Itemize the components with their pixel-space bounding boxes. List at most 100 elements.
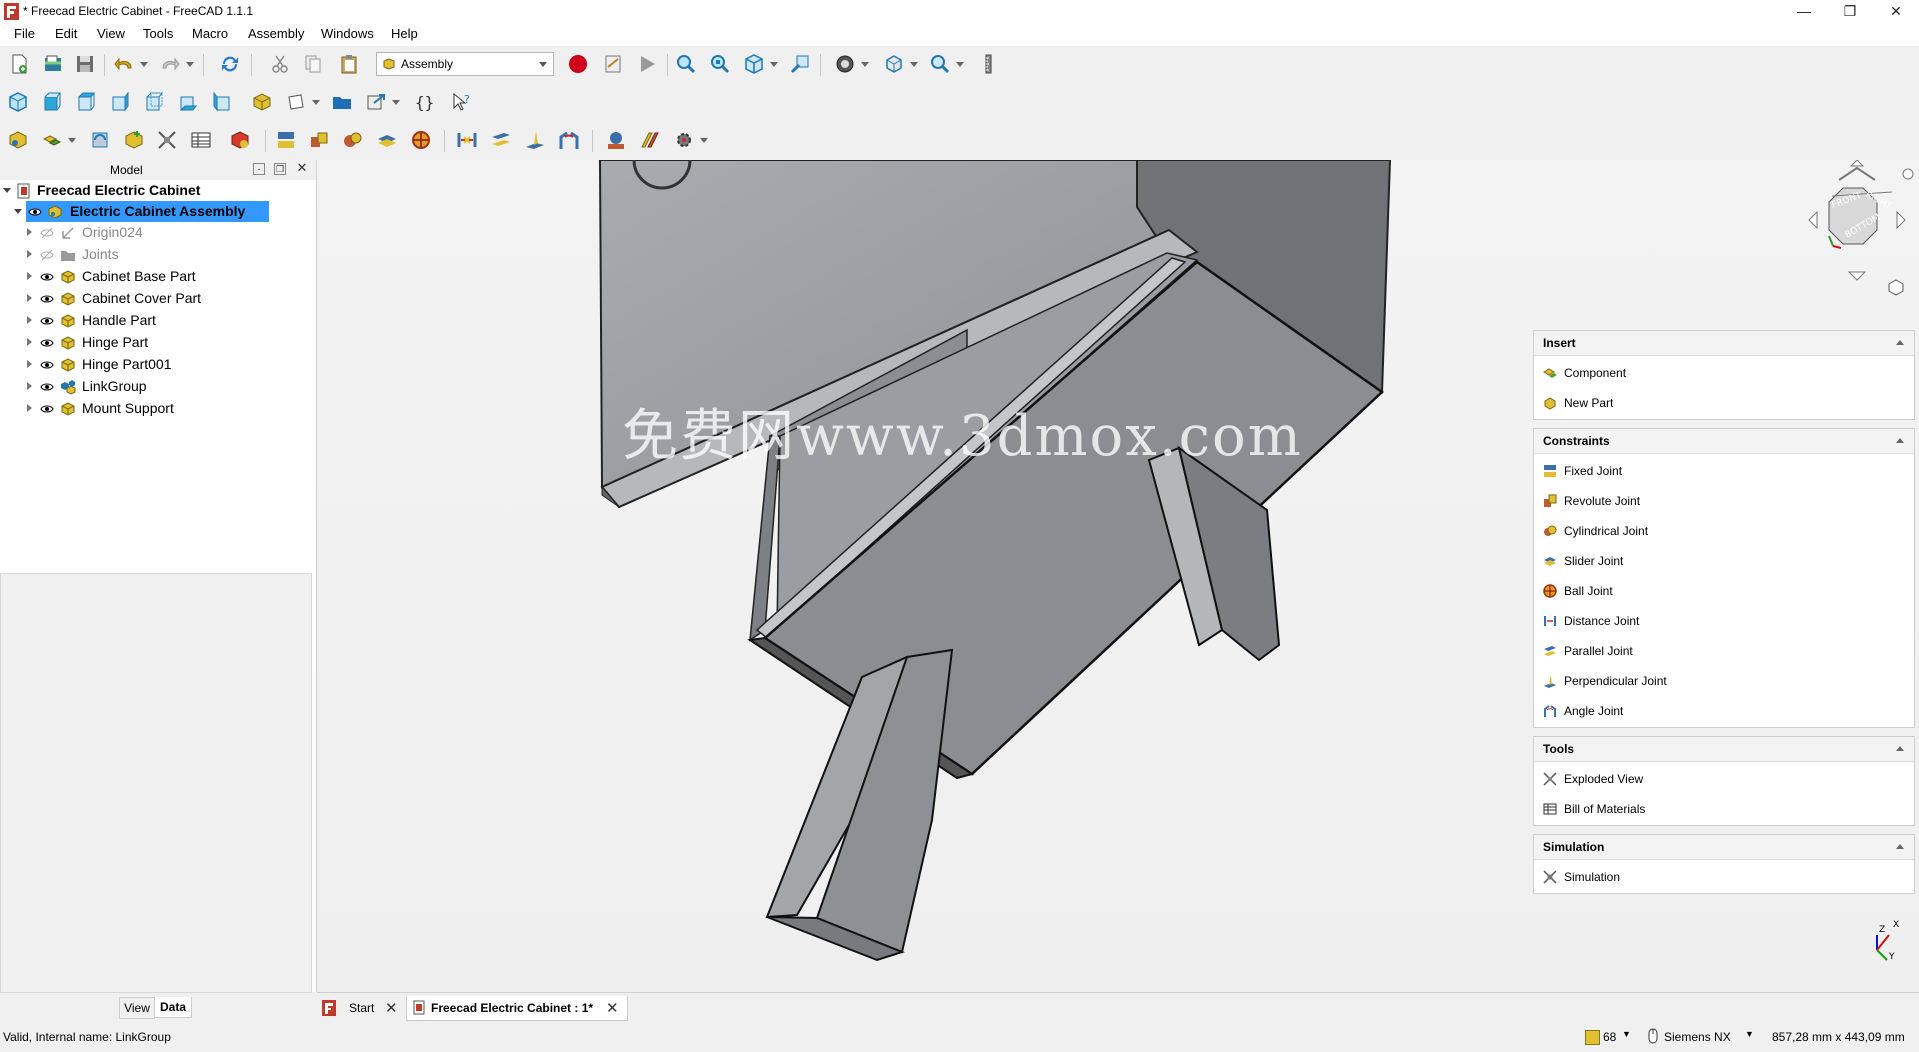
view-left-icon[interactable] [210,90,234,114]
tab-view[interactable]: View [119,997,155,1019]
std-views-icon[interactable] [882,52,906,76]
task-section-header[interactable]: Simulation [1534,835,1914,860]
std-views-dropdown-icon[interactable] [910,60,918,68]
paste-icon[interactable] [337,52,361,76]
visibility-eye-icon[interactable] [40,314,54,328]
create-part-icon[interactable] [122,128,146,152]
view-fit-icon[interactable] [6,90,30,114]
draw-style-icon[interactable] [833,52,857,76]
view-dropdown-icon[interactable] [770,60,778,68]
visibility-eye-icon[interactable] [28,205,42,219]
minimize-button[interactable]: — [1781,0,1827,24]
chevron-up-icon[interactable] [1896,340,1904,345]
ball-joint-toolbar-icon[interactable] [409,128,433,152]
bom-toolbar-icon[interactable] [189,128,213,152]
visibility-eye-icon[interactable] [40,248,54,262]
panel-float-button[interactable]: ❐ [274,163,286,175]
group-folder-icon[interactable] [330,90,354,114]
render-count[interactable]: 68 [1603,1030,1616,1044]
draw-style-dropdown-icon[interactable] [861,60,869,68]
distance-joint-toolbar-icon[interactable] [455,128,479,152]
redo-dropdown-icon[interactable] [186,60,194,68]
tree-item[interactable]: LinkGroup [0,376,316,398]
sketch-icon[interactable] [284,90,308,114]
part-container-icon[interactable] [250,90,274,114]
whats-this-icon[interactable]: ? [450,90,474,114]
view-front-icon[interactable] [40,90,64,114]
chevron-up-icon[interactable] [1896,746,1904,751]
more-joints-dropdown-icon[interactable] [700,136,708,144]
tab-start[interactable]: Start ✕ [317,996,403,1020]
chevron-right-icon[interactable] [27,338,32,346]
link-icon[interactable] [364,90,388,114]
visibility-eye-icon[interactable] [40,270,54,284]
visibility-eye-icon[interactable] [40,358,54,372]
menu-macro[interactable]: Macro [190,26,230,41]
insert-component-icon[interactable] [40,128,64,152]
task-section-header[interactable]: Insert [1534,331,1914,356]
task-item[interactable]: Simulation [1534,862,1914,892]
task-item[interactable]: Fixed Joint [1534,456,1914,486]
toggle-grounded-icon[interactable] [604,128,628,152]
isometric-view-icon[interactable] [742,52,766,76]
chevron-down-icon[interactable]: ▼ [1622,1029,1631,1039]
slider-joint-toolbar-icon[interactable] [375,128,399,152]
workbench-selector[interactable]: Assembly [376,52,554,76]
fixed-joint-toolbar-icon[interactable] [274,128,298,152]
task-item[interactable]: Exploded View [1534,764,1914,794]
tab-data[interactable]: Data [154,997,192,1018]
close-icon[interactable]: ✕ [606,999,619,1017]
close-button[interactable]: ✕ [1873,0,1919,24]
visibility-eye-icon[interactable] [40,380,54,394]
tree-item[interactable]: Joints [0,244,316,266]
cut-icon[interactable] [268,52,292,76]
task-item[interactable]: Revolute Joint [1534,486,1914,516]
tree-item[interactable]: Origin024 [0,222,316,244]
task-item[interactable]: Ball Joint [1534,576,1914,606]
task-section-header[interactable]: Constraints [1534,429,1914,454]
revolute-joint-toolbar-icon[interactable] [307,128,331,152]
task-item[interactable]: Cylindrical Joint [1534,516,1914,546]
view-rear-icon[interactable] [142,90,166,114]
parallel-joint-toolbar-icon[interactable] [489,128,513,152]
menu-tools[interactable]: Tools [141,26,175,41]
tab-document[interactable]: Freecad Electric Cabinet : 1* ✕ [406,996,628,1021]
tree-item-assembly[interactable]: Electric Cabinet Assembly [0,201,316,223]
box-zoom-icon[interactable] [788,52,812,76]
chevron-right-icon[interactable] [27,250,32,258]
visibility-eye-icon[interactable] [40,226,54,240]
menu-edit[interactable]: Edit [53,26,79,41]
fit-all-icon[interactable] [674,52,698,76]
solve-assembly-icon[interactable] [88,128,112,152]
insert-dropdown-icon[interactable] [68,136,76,144]
chevron-right-icon[interactable] [27,360,32,368]
cylindrical-joint-toolbar-icon[interactable] [341,128,365,152]
new-document-icon[interactable] [7,52,31,76]
variable-set-icon[interactable]: {} [412,90,436,114]
undo-icon[interactable] [112,52,136,76]
panel-collapse-button[interactable]: - [253,163,265,175]
chevron-down-icon[interactable] [14,209,22,214]
chevron-right-icon[interactable] [27,404,32,412]
tree-item[interactable]: Cabinet Base Part [0,266,316,288]
simulation-toolbar-icon[interactable] [228,128,252,152]
link-dropdown-icon[interactable] [392,98,400,106]
menu-windows[interactable]: Windows [319,26,376,41]
chevron-right-icon[interactable] [27,382,32,390]
task-item[interactable]: Component [1534,358,1914,388]
record-macro-icon[interactable] [566,52,590,76]
chevron-right-icon[interactable] [27,228,32,236]
redo-icon[interactable] [158,52,182,76]
refresh-icon[interactable] [218,52,242,76]
panel-close-button[interactable]: ✕ [296,161,308,175]
task-item[interactable]: Slider Joint [1534,546,1914,576]
menu-file[interactable]: File [12,26,37,41]
menu-help[interactable]: Help [389,26,420,41]
measure-icon[interactable] [976,52,1000,76]
visibility-eye-icon[interactable] [40,292,54,306]
sketch-dropdown-icon[interactable] [312,98,320,106]
close-icon[interactable]: ✕ [385,999,398,1017]
menu-view[interactable]: View [95,26,127,41]
tree-root-document[interactable]: Freecad Electric Cabinet [0,180,316,202]
restore-button[interactable]: ❐ [1827,0,1873,24]
